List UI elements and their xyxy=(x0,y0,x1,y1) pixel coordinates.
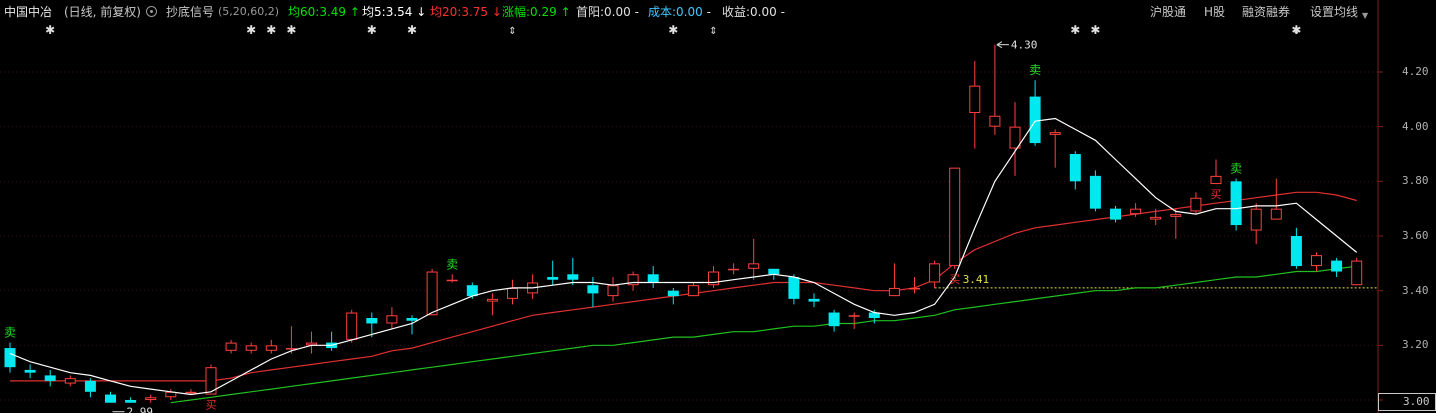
y-axis-min-box: 3.00 xyxy=(1378,393,1436,411)
star-marker: ✱ xyxy=(45,23,55,37)
y-tick-label: 3.80 xyxy=(1402,174,1429,188)
y-tick-label: 4.00 xyxy=(1402,119,1429,133)
y-tick-label: 3.40 xyxy=(1402,283,1429,297)
price-line-label: 3.41 xyxy=(963,273,990,286)
candle-body xyxy=(105,394,116,403)
y-tick-label: 3.20 xyxy=(1402,338,1429,352)
candle-body xyxy=(667,290,679,297)
candle-body xyxy=(1210,175,1222,185)
candle-body xyxy=(1049,132,1061,135)
sell-signal: 卖 xyxy=(4,326,16,340)
candle-body xyxy=(909,287,920,290)
sell-signal: 卖 xyxy=(1029,63,1041,77)
candle-body xyxy=(1069,154,1081,182)
low-label: 2.99 xyxy=(127,406,154,413)
candle-body xyxy=(366,318,378,324)
candle-body xyxy=(1270,208,1282,220)
candle-body xyxy=(748,263,760,269)
candle-body xyxy=(1150,216,1162,220)
diamond-marker: ⇕ xyxy=(1292,26,1300,37)
candle-body xyxy=(486,298,498,302)
candle-body xyxy=(607,285,619,297)
candle-body xyxy=(426,271,438,316)
candle-body xyxy=(1029,96,1041,144)
star-marker: ✱ xyxy=(668,23,678,37)
candle-body xyxy=(285,348,297,350)
candle-body xyxy=(1311,255,1322,267)
star-marker: ✱ xyxy=(1070,23,1080,37)
candle-body xyxy=(788,277,800,299)
candle-body xyxy=(346,312,358,340)
candle-body xyxy=(647,274,659,283)
candle-body xyxy=(547,277,559,280)
candle-body xyxy=(446,279,458,282)
candle-body xyxy=(24,369,36,373)
buy-signal: 买 xyxy=(1211,188,1222,201)
candle-body xyxy=(969,85,981,113)
candlestick-chart[interactable]: 3.41✱ ✱ ✱ ✱ ✱ ✱ ✱ ✱ ✱ ✱⇕ ⇕ ⇕卖卖卖卖买买买2.994.30 xyxy=(0,0,1436,413)
candle-body xyxy=(888,287,900,297)
candle-body xyxy=(1250,208,1262,231)
candle-body xyxy=(929,263,941,283)
candle-body xyxy=(1170,214,1182,217)
buy-signal: 买 xyxy=(206,399,217,412)
high-label: 4.30 xyxy=(1011,39,1038,52)
candle-body xyxy=(828,312,840,327)
candle-body xyxy=(768,268,780,275)
ma5-line xyxy=(9,117,1358,396)
candle-body xyxy=(245,345,257,351)
candle-body xyxy=(1190,197,1202,212)
y-tick-label: 3.60 xyxy=(1402,229,1429,242)
candle-body xyxy=(1130,208,1142,215)
y-tick-label: 4.20 xyxy=(1402,65,1429,78)
candle-body xyxy=(1290,236,1302,267)
candle-body xyxy=(1331,260,1343,272)
candle-body xyxy=(125,400,137,403)
candle-body xyxy=(1089,175,1101,209)
candle-body xyxy=(185,391,197,394)
star-marker: ✱ xyxy=(286,23,296,37)
sell-signal: 卖 xyxy=(446,257,458,271)
star-marker: ✱ xyxy=(407,23,417,37)
candle-body xyxy=(949,167,961,267)
star-marker: ✱ xyxy=(367,23,377,37)
candle-body xyxy=(44,375,56,381)
candle-body xyxy=(145,397,157,400)
candle-body xyxy=(1230,181,1242,226)
candle-body xyxy=(989,115,1001,127)
star-marker: ✱ xyxy=(266,23,276,37)
candle-body xyxy=(1110,208,1121,220)
diamond-marker: ⇕ xyxy=(508,26,516,37)
candle-body xyxy=(1351,260,1363,286)
candle-body xyxy=(84,380,96,392)
candle-body xyxy=(406,318,418,321)
star-marker: ✱ xyxy=(246,23,256,37)
candle-body xyxy=(4,348,16,368)
diamond-marker: ⇕ xyxy=(709,26,717,37)
candle-body xyxy=(848,315,860,317)
candle-body xyxy=(728,268,740,271)
candle-body xyxy=(225,342,237,351)
candle-body xyxy=(306,342,317,346)
candle-body xyxy=(265,345,277,351)
candle-body xyxy=(386,315,398,324)
candle-body xyxy=(687,285,699,297)
candle-body xyxy=(587,285,599,294)
candle-body xyxy=(567,274,579,280)
candle-body xyxy=(165,391,177,398)
candle-body xyxy=(1009,126,1021,149)
y-tick-label: 3.00 xyxy=(1403,395,1430,408)
candle-body xyxy=(808,298,820,302)
candle-body xyxy=(507,287,518,299)
candle-body xyxy=(64,378,76,384)
buy-signal: 买 xyxy=(949,273,960,286)
sell-signal: 卖 xyxy=(1230,162,1242,176)
ma20-line xyxy=(10,191,1357,382)
star-marker: ✱ xyxy=(1090,23,1100,37)
